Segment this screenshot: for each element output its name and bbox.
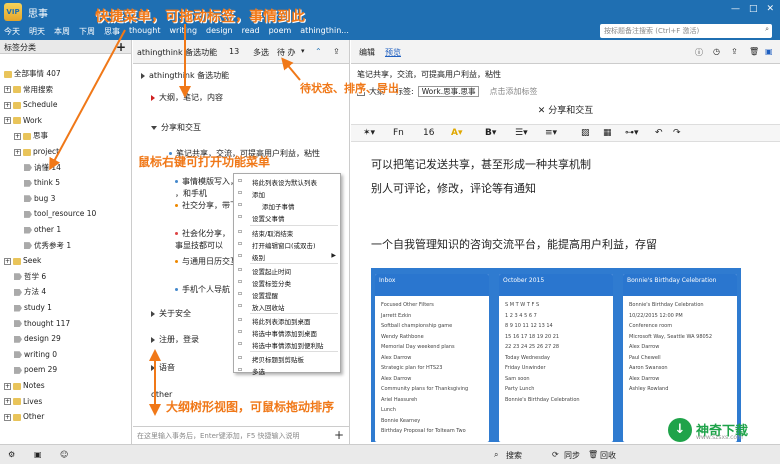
annotation-arrows (49, 24, 301, 416)
annotation-status: 待状态、排序、导出 (300, 82, 399, 95)
arrow-drag-tag (49, 29, 126, 171)
annotation-outline: 大纲树形视图，可鼠标拖动排序 (166, 400, 335, 414)
watermark: ↓ 神奇下载 www.szsxs.com (668, 418, 774, 444)
watermark-icon: ↓ (668, 418, 692, 442)
arrow-status (281, 57, 301, 81)
watermark-url: www.szsxs.com (696, 434, 743, 441)
annotation-quickmenu: 快捷菜单，可拖动标签，事情到此 (95, 9, 305, 25)
annotation-context-menu: 鼠标右键可打开功能菜单 (138, 155, 271, 169)
